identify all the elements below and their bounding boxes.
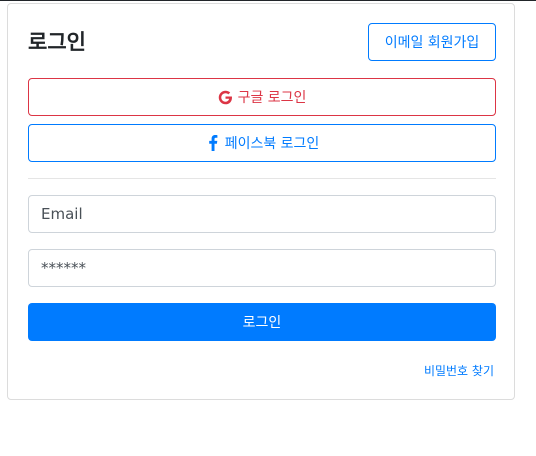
google-login-button[interactable]: 구글 로그인	[28, 78, 496, 116]
divider	[28, 178, 496, 179]
login-button[interactable]: 로그인	[28, 303, 496, 341]
password-field[interactable]	[28, 249, 496, 287]
facebook-login-button[interactable]: 페이스북 로그인	[28, 124, 496, 162]
page-title: 로그인	[28, 30, 86, 54]
email-field[interactable]	[28, 195, 496, 233]
login-card: 로그인 이메일 회원가입 구글 로그인 페이스북 로그인 로그인 비밀번호 찾기	[7, 3, 515, 400]
facebook-login-label: 페이스북 로그인	[224, 136, 320, 152]
top-border	[0, 0, 536, 1]
facebook-icon	[205, 135, 221, 151]
google-login-label: 구글 로그인	[237, 90, 307, 106]
forgot-password-link[interactable]: 비밀번호 찾기	[424, 362, 494, 379]
email-signup-button[interactable]: 이메일 회원가입	[368, 23, 496, 61]
google-icon	[218, 89, 234, 105]
